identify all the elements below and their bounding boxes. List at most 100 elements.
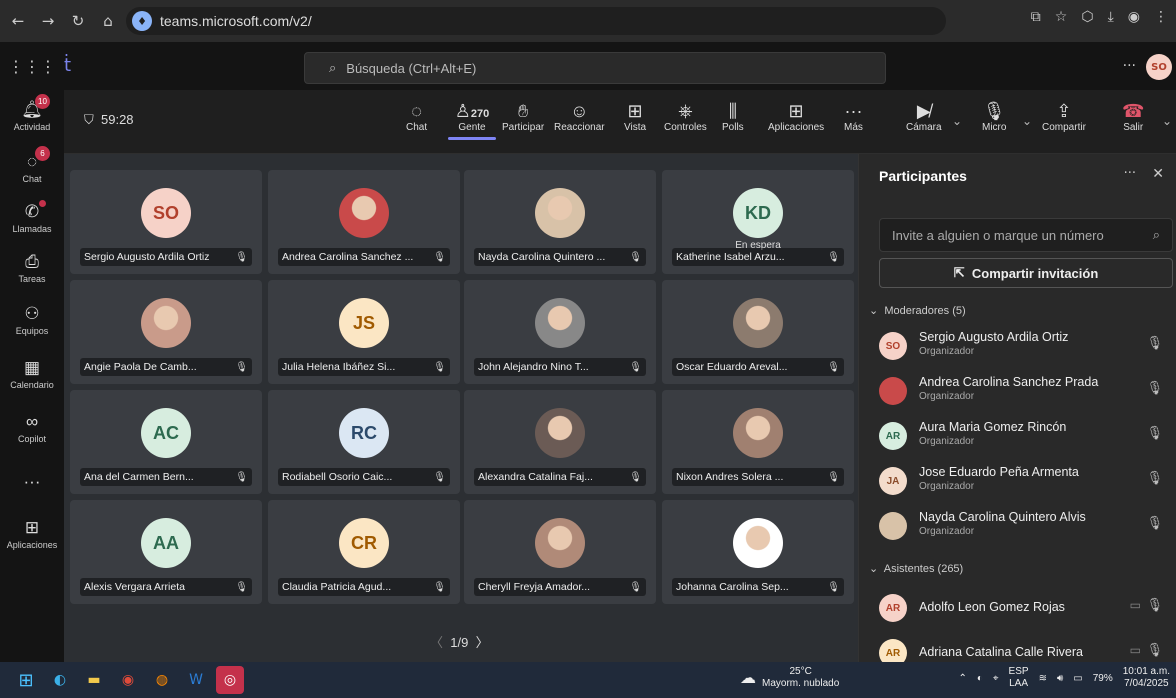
participant-role: Organizador [919, 436, 975, 447]
camera-options-chevron-icon[interactable]: ⌄ [952, 114, 962, 128]
install-app-icon[interactable]: ⧉ [1031, 9, 1041, 25]
video-tile[interactable]: AC Ana del Carmen Bern... 🎙︎ [70, 390, 262, 494]
more-options-icon[interactable]: ··· [1123, 58, 1136, 74]
moderators-section[interactable]: ⌄ Moderadores (5) [869, 304, 966, 317]
weather-widget[interactable]: ☁ 25°C Mayorm. nublado [740, 666, 839, 690]
volume-icon[interactable]: 🔊︎ [1057, 673, 1063, 684]
participant-row[interactable]: JA Jose Eduardo Peña Armenta Organizador 🎙︎ [879, 463, 1169, 499]
video-tile[interactable]: RC Rodiabell Osorio Caic... 🎙︎ [268, 390, 460, 494]
clock[interactable]: 10:01 a.m. 7/04/2025 [1123, 666, 1170, 690]
share-invite-button[interactable]: ⇱ Compartir invitación [879, 258, 1173, 288]
rail-item-apps[interactable]: ⊞ Aplicaciones [0, 518, 64, 550]
battery-icon[interactable]: ▭ [1073, 673, 1082, 684]
video-tile[interactable]: JS Julia Helena Ibáñez Si... 🎙︎ [268, 280, 460, 384]
react-button[interactable]: ☺ Reaccionar [554, 100, 605, 133]
tray-chevron-icon[interactable]: ⌃ [958, 673, 966, 684]
favorite-star-icon[interactable]: ☆ [1055, 9, 1068, 25]
video-tile[interactable]: Johanna Carolina Sep... 🎙︎ [662, 500, 854, 604]
app-icon[interactable]: ◎ [216, 666, 244, 694]
mic-muted-icon[interactable]: 🎙︎ [1146, 643, 1163, 658]
windows-start-icon[interactable]: ⊞ [12, 666, 40, 694]
mic-muted-icon[interactable]: 🎙︎ [1146, 516, 1163, 531]
mic-muted-icon[interactable]: 🎙︎ [1146, 381, 1163, 396]
chrome-icon[interactable]: ◉ [114, 666, 142, 694]
share-button[interactable]: ⇪ Compartir [1042, 100, 1086, 133]
mic-muted-icon[interactable]: 🎙︎ [1146, 598, 1163, 613]
browser-menu-icon[interactable]: ⋮ [1154, 9, 1168, 25]
invite-input[interactable]: Invite a alguien o marque un número ⌕ [879, 218, 1173, 252]
more-button[interactable]: ··· Más [844, 100, 863, 133]
video-tile[interactable]: Angie Paola De Camb... 🎙︎ [70, 280, 262, 384]
participant-row[interactable]: Nayda Carolina Quintero Alvis Organizador… [879, 508, 1169, 544]
mic-button[interactable]: 🎙︎ Micro [982, 100, 1006, 133]
rail-item-chat[interactable]: ◌ 6 Chat [0, 146, 64, 184]
site-info-icon[interactable]: ♦ [132, 11, 152, 31]
people-button[interactable]: ♙270 Gente [448, 100, 496, 140]
add-app-icon: ⊞ [24, 518, 40, 537]
file-explorer-icon[interactable]: ▬ [80, 666, 108, 694]
mic-muted-icon: 🎙︎ [235, 361, 248, 373]
mic-muted-icon[interactable]: 🎙︎ [1146, 471, 1163, 486]
rail-more-apps-icon[interactable]: ··· [0, 472, 64, 494]
back-icon[interactable]: ← [6, 9, 30, 33]
rail-item-calendar[interactable]: ▦ Calendario [0, 358, 64, 390]
participant-row[interactable]: SO Sergio Augusto Ardila Ortiz Organizador… [879, 328, 1169, 364]
leave-button[interactable]: ☎︎ Salir [1122, 100, 1144, 133]
video-tile[interactable]: SO Sergio Augusto Ardila Ortiz 🎙︎ [70, 170, 262, 274]
participant-name-label: Nayda Carolina Quintero ... 🎙︎ [474, 248, 646, 266]
downloads-icon[interactable]: ⤓ [1108, 9, 1114, 25]
address-bar[interactable]: ♦ teams.microsoft.com/v2/ [126, 7, 946, 35]
video-tile[interactable]: Oscar Eduardo Areval... 🎙︎ [662, 280, 854, 384]
video-tile[interactable]: Nixon Andres Solera ... 🎙︎ [662, 390, 854, 494]
extensions-icon[interactable]: ⬡ [1081, 9, 1093, 25]
language-indicator[interactable]: ESP LAA [1009, 666, 1029, 690]
search-input[interactable]: ⌕ Búsqueda (Ctrl+Alt+E) [304, 52, 886, 84]
home-icon[interactable]: ⌂ [96, 9, 120, 33]
video-tile[interactable]: Nayda Carolina Quintero ... 🎙︎ [464, 170, 656, 274]
video-tile[interactable]: Andrea Carolina Sanchez ... 🎙︎ [268, 170, 460, 274]
participant-row[interactable]: AR Adolfo Leon Gomez Rojas ▭ 🎙︎ [879, 590, 1169, 626]
wifi-icon[interactable]: ≋ [1039, 673, 1047, 684]
raise-hand-button[interactable]: ✋︎ Participar [502, 100, 544, 133]
forward-icon[interactable]: → [36, 9, 60, 33]
video-tile[interactable]: AA Alexis Vergara Arrieta 🎙︎ [70, 500, 262, 604]
rail-item-tasks[interactable]: ⎙ Tareas [0, 252, 64, 284]
edge-icon[interactable]: ◐ [46, 666, 74, 694]
controls-button[interactable]: ⎈ Controles [664, 100, 707, 133]
video-tile[interactable]: KD En espera Katherine Isabel Arzu... 🎙︎ [662, 170, 854, 274]
prev-page-icon[interactable]: 〈 [430, 635, 443, 650]
apps-button[interactable]: ⊞ Aplicaciones [768, 100, 824, 133]
video-tile[interactable]: John Alejandro Nino T... 🎙︎ [464, 280, 656, 384]
rail-item-calls[interactable]: ✆ Llamadas [0, 200, 64, 234]
next-page-icon[interactable]: 〉 [476, 635, 489, 650]
user-avatar[interactable]: SO [1146, 54, 1172, 80]
share-icon: ⇪ [1056, 101, 1072, 121]
participant-row[interactable]: Andrea Carolina Sanchez Prada Organizador… [879, 373, 1169, 409]
participant-row[interactable]: AR Aura Maria Gomez Rincón Organizador 🎙︎ [879, 418, 1169, 454]
video-tile[interactable]: CR Claudia Patricia Agud... 🎙︎ [268, 500, 460, 604]
close-icon[interactable]: ✕ [1152, 166, 1164, 182]
mic-options-chevron-icon[interactable]: ⌄ [1022, 114, 1032, 128]
mic-muted-icon[interactable]: 🎙︎ [1146, 336, 1163, 351]
video-tile[interactable]: Alexandra Catalina Faj... 🎙︎ [464, 390, 656, 494]
tray-app-icon[interactable]: ◐ [977, 673, 983, 684]
app-launcher-icon[interactable]: ⋮⋮⋮ [0, 57, 64, 76]
rail-item-copilot[interactable]: ∞ Copilot [0, 412, 64, 444]
leave-options-chevron-icon[interactable]: ⌄ [1162, 114, 1172, 128]
view-button[interactable]: ⊞ Vista [624, 100, 646, 133]
firefox-icon[interactable]: ◍ [148, 666, 176, 694]
attendees-section[interactable]: ⌄ Asistentes (265) [869, 562, 963, 575]
mic-muted-icon[interactable]: 🎙︎ [1146, 426, 1163, 441]
rail-item-teams[interactable]: ⚇ Equipos [0, 304, 64, 336]
video-tile[interactable]: Cheryll Freyja Amador... 🎙︎ [464, 500, 656, 604]
rail-item-activity[interactable]: 🔔︎ 10 Actividad [0, 94, 64, 132]
camera-button[interactable]: ▶︎̸ Cámara [906, 100, 942, 133]
chat-button[interactable]: ◌ Chat [406, 100, 427, 133]
mic-muted-icon: 🎙︎ [433, 581, 446, 593]
polls-button[interactable]: ⫼ Polls [722, 100, 744, 133]
reload-icon[interactable]: ↻ [66, 9, 90, 33]
panel-more-icon[interactable]: ··· [1124, 166, 1136, 181]
word-icon[interactable]: W [182, 666, 210, 694]
tray-location-icon[interactable]: ⌖ [993, 673, 999, 684]
profile-icon[interactable]: ◉ [1128, 9, 1140, 25]
